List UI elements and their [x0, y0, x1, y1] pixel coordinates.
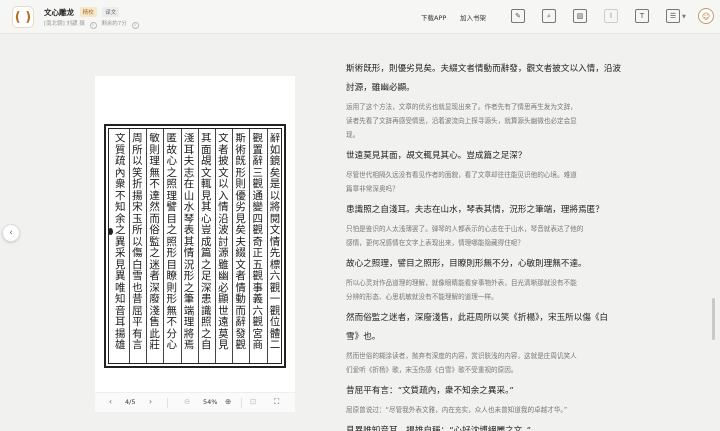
add-to-shelf-link[interactable]: 加入书架	[460, 12, 486, 22]
translation-text-line: 屈原曾说过：“尽管我外表文雅，内在充实，众人也未曾知道我的卓越才华。”	[346, 406, 568, 414]
scan-text-column: 淺耳夫志在山水琴表其情況形之筆端理將焉	[183, 133, 195, 351]
scan-text-column: 文者披文以入情沿波討源雖幽必顯世遠莫見	[218, 133, 229, 351]
app-header: ( ) 文心雕龙 精校 译文 [南北朝] 刘勰 撰 i 剩余約7分 i 下载AP…	[0, 0, 720, 34]
scan-column-rule	[249, 129, 251, 363]
scan-text-column: 其面覘文輒見其心豈成篇之足深患識照之自	[200, 133, 212, 351]
translation-text-line: 篇章非常深奥吗？	[346, 185, 399, 193]
scanned-page-image: 辭如鏡矣是以將閱文情先標六觀一觀位體二 觀置辭三觀通變四觀奇正五觀事義六觀宮商 斯術…	[104, 124, 286, 368]
translation-text-line: 读者先看了文辞再感受情思，沿着波流向上探寻源头，就算源头幽微也必定会显	[346, 117, 577, 125]
reading-progress: 剩余約7分	[101, 21, 127, 27]
toolbar-divider	[167, 398, 168, 408]
scan-text-column: 觀置辭三觀通變四觀奇正五觀事義六觀宮商	[252, 133, 264, 351]
chevron-down-icon[interactable]: ▼	[682, 14, 686, 20]
next-page-icon[interactable]: ›	[149, 397, 152, 406]
zoom-level: 54%	[203, 398, 218, 406]
scan-column-rule	[128, 129, 130, 363]
scan-text-column: 匿故心之照理譬目之照形目瞭則形無不分心	[166, 133, 178, 351]
book-author: [南北朝] 刘勰 撰	[44, 21, 85, 27]
translation-text: 尽管世代相隔久远没有看见作者的面貌，看了文章却往往能见识他的心境。难道 篇章非常深…	[346, 168, 638, 196]
vip-badge: 精校	[79, 7, 97, 17]
translation-text: 运用了这个方法，文章的优劣也就显现出来了。作者先有了情思再生发为文辞， 读者先看了…	[346, 100, 638, 142]
original-text-line: 世遠莫見其面，覘文輒見其心。豈成篇之足深？	[346, 151, 527, 161]
translation-text-line: 只怕是鉴识的人太浅薄罢了。弹琴的人都表示的心志在于山水，琴音就表达了他的	[346, 225, 584, 233]
previous-chapter-button[interactable]: ‹	[2, 224, 20, 242]
layout-icon[interactable]: ☰	[666, 9, 680, 23]
scan-text-column: 周所以笑折揚宋玉所以傷白雪也昔屈平有言	[132, 133, 143, 351]
app-logo[interactable]: ( )	[12, 6, 34, 28]
page-indicator: 4/5	[125, 398, 136, 406]
toolbar-divider	[241, 398, 242, 408]
scan-viewer: 辭如鏡矣是以將閱文情先標六觀一觀位體二 觀置辭三觀通變四觀奇正五觀事義六觀宮商 斯術…	[95, 76, 295, 412]
avatar[interactable]: ☺	[698, 8, 714, 24]
columns-icon: ⫴	[604, 9, 618, 23]
translation-text: 只怕是鉴识的人太浅薄罢了。弹琴的人都表示的心志在于山水，琴音就表达了他的 感情，更…	[346, 222, 638, 250]
translation-text-line: 然而世俗的糊涂读者，抛弃有深度的内容，赏识肤浅的内容，这就是庄周讥笑人	[346, 352, 577, 360]
search-icon[interactable]: ⌕	[542, 9, 556, 23]
original-text-line: 昔屈平有言：“文質疏內，衆不知余之異采。”	[346, 386, 514, 396]
scan-frame: 辭如鏡矣是以將閱文情先標六觀一觀位體二 觀置辭三觀通變四觀奇正五觀事義六觀宮商 斯術…	[108, 128, 282, 364]
original-text-line: 然而俗監之迷者，深廢淺售，此莊周所以笑《折楊》，宋玉所以傷《白	[346, 313, 609, 323]
translation-text-line: 感情，更何况感情在文字上表现出来，情理哪能隐藏得住呢？	[346, 239, 525, 247]
zoom-out-icon[interactable]: ⊖	[184, 397, 190, 406]
text-icon[interactable]: T	[635, 9, 649, 23]
scan-annotation-mark	[108, 228, 113, 235]
scan-text-column: 辭如鏡矣是以將閱文情先標六觀一觀位體二	[269, 133, 281, 351]
scan-column-rule	[197, 129, 199, 363]
original-text-line: 討源，雖幽必顯。	[346, 83, 415, 93]
scrollbar[interactable]	[712, 298, 715, 340]
fit-page-icon[interactable]: ⊡	[250, 397, 256, 406]
info-icon[interactable]: i	[131, 22, 139, 29]
original-text: 故心之照理，譬目之照形，目瞭則形無不分，心敏則理無不達。	[346, 255, 638, 274]
scan-column-rule	[163, 129, 165, 363]
zoom-in-icon[interactable]: ⊕	[225, 397, 231, 406]
translation-text-line: 尽管世代相隔久远没有看见作者的面貌，看了文章却往往能见识他的心境。难道	[346, 171, 577, 179]
original-text-line: 雪》也。	[346, 332, 381, 342]
scan-column-rule	[266, 129, 268, 363]
translation-text-line: 运用了这个方法，文章的优劣也就显现出来了。作者先有了情思再生发为文辞，	[346, 103, 577, 111]
translation-text: 所以心灵对作品道理的理解，就像眼睛能看穿事物外表，目光清晰那就没有不能 分辨的形态…	[346, 276, 638, 304]
book-meta: [南北朝] 刘勰 撰 i 剩余約7分 i	[44, 19, 142, 29]
scan-column-rule	[232, 129, 234, 363]
original-text: 然而俗監之迷者，深廢淺售，此莊周所以笑《折楊》，宋玉所以傷《白 雪》也。	[346, 309, 638, 347]
scan-column-rule	[146, 129, 148, 363]
original-text: 昔屈平有言：“文質疏內，衆不知余之異采。”	[346, 382, 638, 401]
book-title: 文心雕龙 精校 译文	[44, 7, 120, 18]
image-icon[interactable]: ▨	[573, 9, 587, 23]
original-text-line: 故心之照理，譬目之照形，目瞭則形無不分，心敏則理無不達。	[346, 259, 587, 269]
download-app-link[interactable]: 下载APP	[421, 12, 446, 22]
reading-text-panel: 斯術旣形，則優劣見矣。夫綴文者情動而辭發，觀文者披文以入情，沿波 討源，雖幽必顯。…	[346, 60, 638, 431]
scan-text-column: 文質疏內衆不知余之異采見異唯知音耳揚雄	[114, 133, 126, 351]
translation-text: 然而世俗的糊涂读者，抛弃有深度的内容，赏识肤浅的内容，这就是庄周讥笑人 们爱听《折…	[346, 349, 638, 377]
original-text: 見異唯知音耳。揚雄自稱：“心好沈博絕麗之文。”	[346, 422, 638, 431]
prev-page-icon[interactable]: ‹	[109, 397, 112, 406]
translation-text-line: 们爱听《折杨》歌，宋玉伤感《白雪》歌不受重视的原因。	[346, 366, 518, 374]
note-icon[interactable]: ✎	[511, 9, 525, 23]
translation-text-line: 分辨的形态、心思机敏就没有不能理解的道理一样。	[346, 293, 498, 301]
fullscreen-icon[interactable]: ⛶	[274, 397, 279, 407]
original-text-line: 見異唯知音耳。揚雄自稱：“心好沈博絕麗之文。”	[346, 426, 531, 431]
original-text: 患識照之自淺耳。夫志在山水，琴表其情，況形之筆端，理將焉匿？	[346, 201, 638, 220]
scan-column-rule	[214, 129, 216, 363]
translation-text-line: 所以心灵对作品道理的理解，就像眼睛能看穿事物外表，目光清晰那就没有不能	[346, 279, 577, 287]
book-title-text: 文心雕龙	[44, 8, 74, 17]
translation-badge: 译文	[102, 7, 120, 17]
info-icon[interactable]: i	[89, 22, 97, 29]
scan-toolbar: ‹ 4/5 › ⊖ 54% ⊕ ⊡ ⛶	[95, 392, 295, 412]
original-text: 世遠莫見其面，覘文輒見其心。豈成篇之足深？	[346, 147, 638, 166]
translation-text: 屈原曾说过：“尽管我外表文雅，内在充实，众人也未曾知道我的卓越才华。”	[346, 403, 638, 417]
original-text-line: 患識照之自淺耳。夫志在山水，琴表其情，況形之筆端，理將焉匿？	[346, 205, 604, 215]
original-text: 斯術旣形，則優劣見矣。夫綴文者情動而辭發，觀文者披文以入情，沿波 討源，雖幽必顯。	[346, 60, 638, 98]
scan-column-rule	[180, 129, 182, 363]
translation-text-line: 现。	[346, 131, 360, 139]
original-text-line: 斯術旣形，則優劣見矣。夫綴文者情動而辭發，觀文者披文以入情，沿波	[346, 64, 622, 74]
scan-text-column: 敏則理無不達然而俗監之迷者深廢淺售此莊	[149, 133, 160, 351]
scan-text-column: 斯術旣形則優劣見矣夫綴文者情動而辭發觀	[235, 133, 246, 351]
